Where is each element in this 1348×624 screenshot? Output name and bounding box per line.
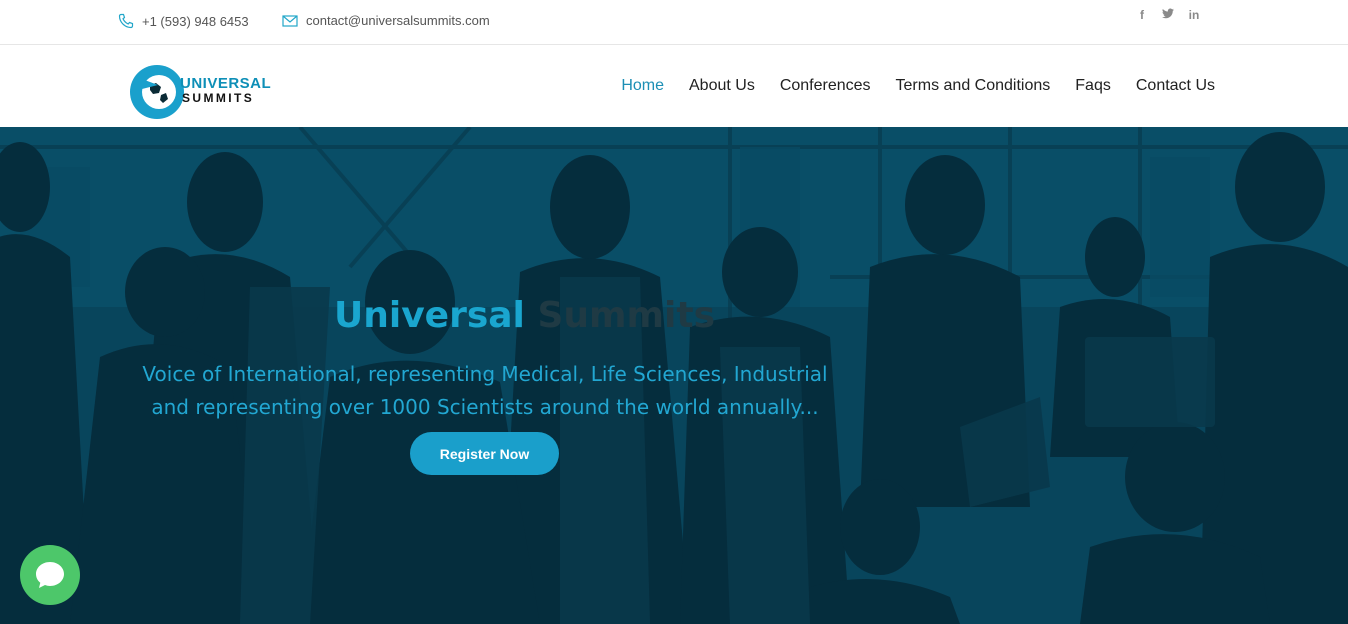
envelope-icon [282,14,298,27]
hero-banner: Universal Summits Voice of International… [0,127,1348,624]
nav-item-contact-us[interactable]: Contact Us [1136,77,1215,95]
nav-item-conferences[interactable]: Conferences [780,77,871,95]
hero-title-summits: Summits [537,295,716,336]
hero-title-universal: Universal [334,295,525,336]
phone-contact[interactable]: +1 (593) 948 6453 [118,13,249,29]
nav-item-home[interactable]: Home [621,77,664,95]
facebook-icon[interactable]: f [1136,8,1148,22]
twitter-icon[interactable] [1162,8,1174,22]
nav-menu: Home About Us Conferences Terms and Cond… [621,77,1215,95]
email-address: contact@universalsummits.com [306,13,490,28]
top-bar: +1 (593) 948 6453 contact@universalsummi… [0,0,1348,45]
nav-item-faqs[interactable]: Faqs [1075,77,1111,95]
site-logo[interactable]: UNIVERSAL SUMMITS [128,63,271,121]
phone-icon [118,13,134,29]
logo-line-1: UNIVERSAL [180,75,272,92]
nav-item-about-us[interactable]: About Us [689,77,755,95]
logo-line-2: SUMMITS [182,91,255,105]
phone-number: +1 (593) 948 6453 [142,13,249,29]
social-links: f in [1136,8,1200,22]
email-contact[interactable]: contact@universalsummits.com [282,13,490,28]
chat-widget-button[interactable] [20,545,80,605]
main-navigation: UNIVERSAL SUMMITS Home About Us Conferen… [0,45,1348,127]
chat-bubble-icon [36,562,64,588]
linkedin-icon[interactable]: in [1188,8,1200,22]
hero-title: Universal Summits [334,295,715,336]
globe-logo-icon [130,65,184,119]
register-now-button[interactable]: Register Now [410,432,559,475]
hero-subtitle: Voice of International, representing Med… [142,362,828,419]
nav-item-terms-and-conditions[interactable]: Terms and Conditions [896,77,1051,95]
